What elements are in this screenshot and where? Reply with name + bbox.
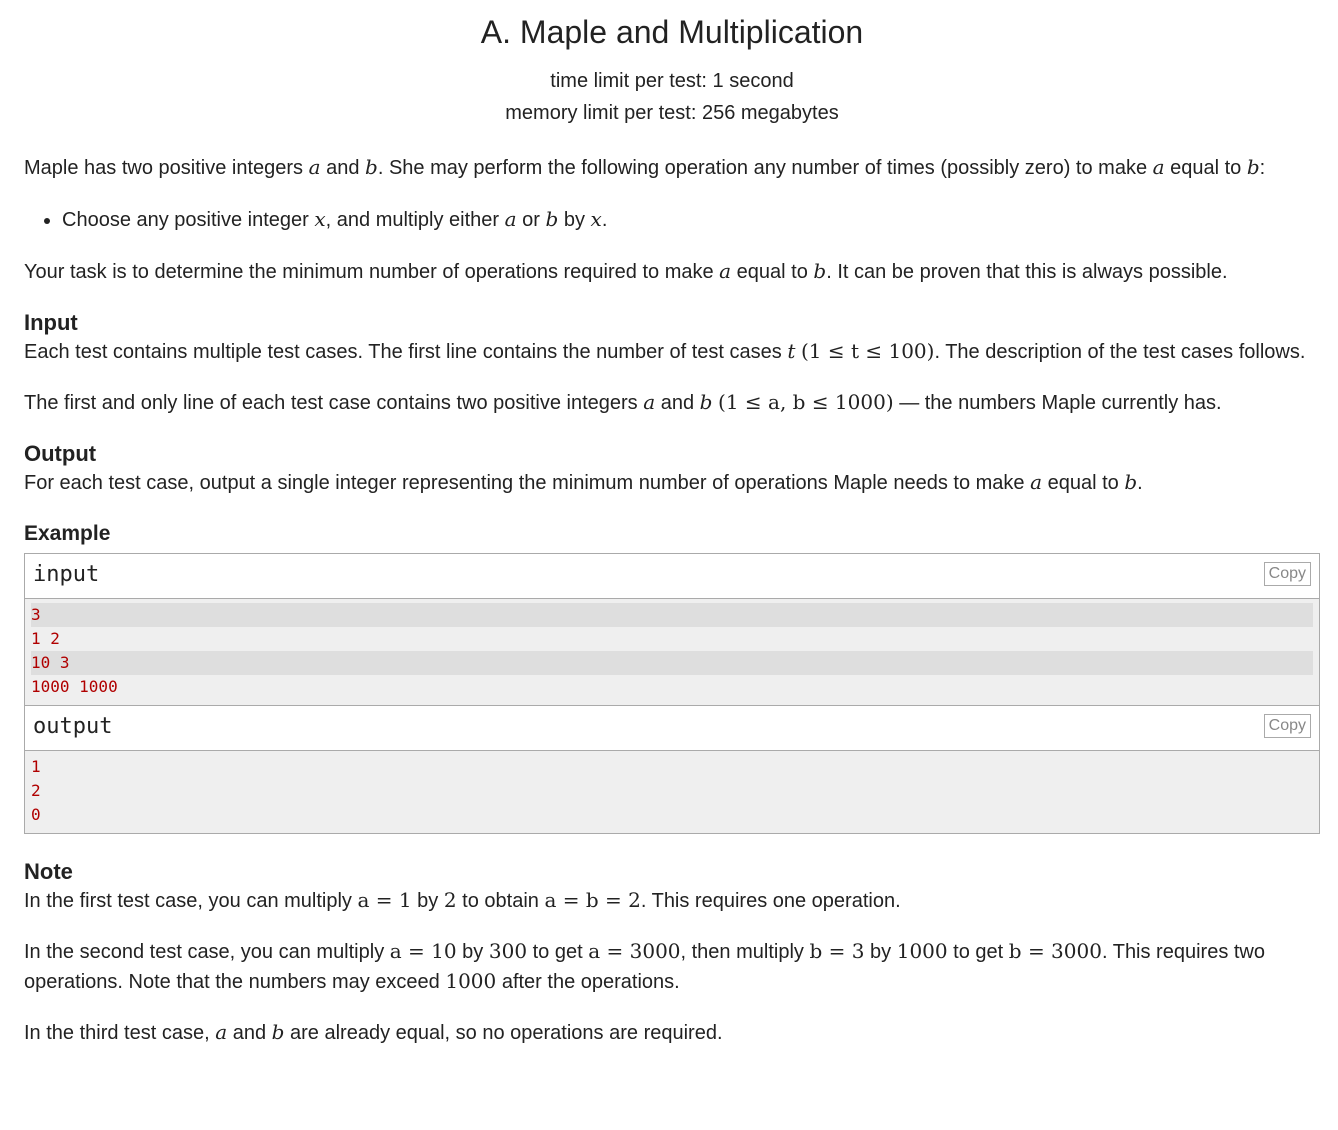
output-line: 0 — [31, 805, 41, 824]
output-section-title: Output — [24, 441, 97, 466]
input-paragraph-1: Each test contains multiple test cases. … — [24, 339, 1306, 363]
note-paragraph-2: In the second test case, you can multipl… — [24, 939, 1265, 993]
operation-item: Choose any positive integer x, and multi… — [62, 205, 1320, 235]
sample-tests: input Copy 3 1 2 10 3 1000 1000 output C… — [24, 553, 1320, 834]
note-section: Note In the first test case, you can mul… — [24, 858, 1320, 1048]
input-header: input Copy — [25, 554, 1319, 599]
output-content: 1 2 0 — [25, 751, 1319, 833]
time-limit: time limit per test: 1 second — [550, 70, 794, 92]
note-paragraph-3: In the third test case, a and b are alre… — [24, 1020, 723, 1044]
copy-output-button[interactable]: Copy — [1263, 714, 1311, 738]
input-section-title: Input — [24, 310, 78, 335]
example-title: Example — [24, 522, 111, 545]
input-line: 10 3 — [31, 651, 1313, 675]
output-line: 1 — [31, 757, 41, 776]
problem-page: A. Maple and Multiplication time limit p… — [0, 0, 1338, 1048]
output-line: 2 — [31, 781, 41, 800]
sample-output: output Copy 1 2 0 — [25, 706, 1319, 833]
output-header: output Copy — [25, 706, 1319, 751]
input-line: 1 2 — [31, 629, 60, 648]
problem-statement: Maple has two positive integers a and b.… — [24, 153, 1320, 287]
input-specification: Input Each test contains multiple test c… — [24, 309, 1320, 418]
note-paragraph-1: In the first test case, you can multiply… — [24, 888, 901, 912]
input-line: 1000 1000 — [31, 677, 118, 696]
statement-paragraph: Maple has two positive integers a and b.… — [24, 155, 1266, 179]
output-paragraph: For each test case, output a single inte… — [24, 470, 1143, 494]
task-paragraph: Your task is to determine the minimum nu… — [24, 259, 1228, 283]
input-content: 3 1 2 10 3 1000 1000 — [25, 599, 1319, 705]
problem-header: A. Maple and Multiplication time limit p… — [24, 0, 1320, 129]
input-label: input — [33, 562, 100, 587]
output-specification: Output For each test case, output a sing… — [24, 440, 1320, 498]
operation-list: Choose any positive integer x, and multi… — [24, 205, 1320, 235]
input-line: 3 — [31, 603, 1313, 627]
sample-input: input Copy 3 1 2 10 3 1000 1000 — [25, 554, 1319, 706]
copy-input-button[interactable]: Copy — [1263, 562, 1311, 586]
input-paragraph-2: The first and only line of each test cas… — [24, 390, 1222, 414]
memory-limit: memory limit per test: 256 megabytes — [505, 102, 839, 124]
note-title: Note — [24, 859, 73, 884]
output-label: output — [33, 714, 113, 739]
problem-title: A. Maple and Multiplication — [480, 14, 864, 50]
